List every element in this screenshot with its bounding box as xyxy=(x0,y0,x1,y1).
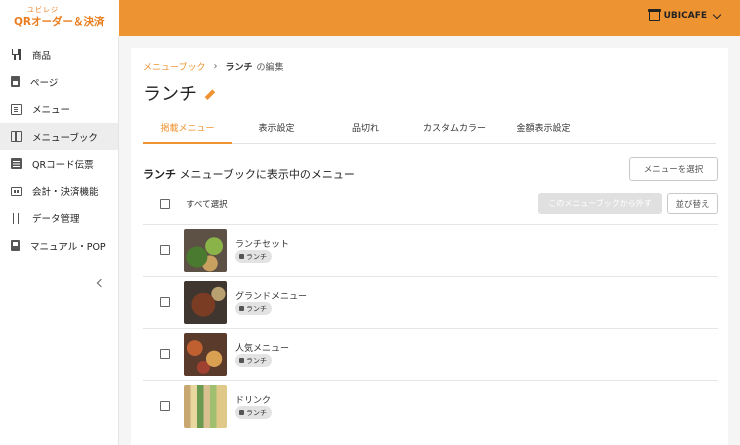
list-item[interactable]: ランチセット ランチ xyxy=(143,224,718,276)
utensils-icon xyxy=(11,49,22,61)
logo-title: QRオーダー＆決済 xyxy=(14,16,105,28)
remove-from-menubook-button[interactable]: このメニューブックから外す xyxy=(538,193,662,214)
menu-thumbnail xyxy=(184,333,227,376)
book-icon xyxy=(239,358,244,363)
select-all[interactable]: すべて選択 xyxy=(144,198,228,210)
sidebar-item-label: 会計・決済機能 xyxy=(32,187,99,199)
select-menu-button[interactable]: メニューを選択 xyxy=(629,157,718,181)
top-header: ユビレジ QRオーダー＆決済 UBICAFE xyxy=(0,0,740,36)
row-checkbox[interactable] xyxy=(160,245,170,255)
sidebar-item-pages[interactable]: ページ xyxy=(0,68,118,95)
menu-thumbnail xyxy=(184,385,227,428)
menubook-tag: ランチ xyxy=(235,406,272,419)
tab-bar: 掲載メニュー 表示設定 品切れ カスタムカラー 金額表示設定 xyxy=(143,120,716,144)
sidebar-item-label: データ管理 xyxy=(32,214,80,226)
page-title: ランチ xyxy=(143,80,215,106)
sidebar-item-manual[interactable]: マニュアル・POP xyxy=(0,232,118,259)
manual-icon xyxy=(11,240,20,252)
list-icon xyxy=(11,158,22,170)
list-item[interactable]: ドリンク ランチ xyxy=(143,380,718,432)
sidebar-item-data[interactable]: データ管理 xyxy=(0,205,118,232)
menu-thumbnail xyxy=(184,229,227,272)
tab-display-settings[interactable]: 表示設定 xyxy=(232,120,321,143)
menu-name: グランドメニュー xyxy=(235,292,308,302)
tag-label: ランチ xyxy=(246,408,267,417)
store-icon xyxy=(647,9,661,21)
sidebar-item-label: メニュー xyxy=(32,105,71,117)
tag-label: ランチ xyxy=(246,356,267,365)
sidebar-item-label: ページ xyxy=(30,77,59,89)
sidebar-item-label: マニュアル・POP xyxy=(30,241,106,253)
select-all-checkbox[interactable] xyxy=(160,199,170,209)
sidebar-item-label: 商品 xyxy=(32,50,52,62)
breadcrumb-current-name: ランチ xyxy=(225,63,253,73)
chevron-down-icon xyxy=(712,10,722,19)
breadcrumb: メニューブック › ランチ の編集 xyxy=(143,60,284,73)
sidebar-item-payment[interactable]: 会計・決済機能 xyxy=(0,177,118,204)
sidebar-item-label: メニューブック xyxy=(32,132,98,144)
sidebar-item-label: QRコード伝票 xyxy=(32,159,94,171)
section-title-name: ランチ xyxy=(143,168,176,181)
section-title: ランチ メニューブックに表示中のメニュー xyxy=(143,166,355,182)
sort-icon xyxy=(11,212,22,224)
list-item[interactable]: グランドメニュー ランチ xyxy=(143,276,718,328)
store-menu[interactable]: UBICAFE xyxy=(647,9,722,21)
main-card: メニューブック › ランチ の編集 ランチ 掲載メニュー 表示設定 品切れ カス… xyxy=(131,48,728,445)
menubook-tag: ランチ xyxy=(235,354,272,367)
breadcrumb-current-suffix: の編集 xyxy=(256,63,284,73)
book-icon xyxy=(239,410,244,415)
book-icon xyxy=(239,306,244,311)
menu-thumbnail xyxy=(184,281,227,324)
logo-subtitle: ユビレジ xyxy=(27,6,59,14)
menu-name: ランチセット xyxy=(235,240,290,250)
tab-custom-color[interactable]: カスタムカラー xyxy=(410,120,499,143)
store-name: UBICAFE xyxy=(663,11,707,21)
section-title-suffix: メニューブックに表示中のメニュー xyxy=(179,168,355,181)
tab-sold-out[interactable]: 品切れ xyxy=(321,120,410,143)
select-all-label: すべて選択 xyxy=(186,200,228,210)
sidebar-item-products[interactable]: 商品 xyxy=(0,41,118,68)
tag-label: ランチ xyxy=(246,304,267,313)
sidebar: 商品 ページ メニュー メニューブック QRコード伝票 会計・決済機能 データ管… xyxy=(0,36,119,445)
chevron-left-icon[interactable] xyxy=(96,278,106,288)
menubook-tag: ランチ xyxy=(235,302,272,315)
menubook-tag: ランチ xyxy=(235,250,272,263)
sort-button[interactable]: 並び替え xyxy=(667,193,718,214)
sidebar-item-menus[interactable]: メニュー xyxy=(0,96,118,123)
book-icon xyxy=(239,254,244,259)
row-checkbox[interactable] xyxy=(160,401,170,411)
sidebar-item-menubook[interactable]: メニューブック xyxy=(0,122,118,151)
menu-name: ドリンク xyxy=(235,396,272,406)
row-checkbox[interactable] xyxy=(160,349,170,359)
app-logo[interactable]: ユビレジ QRオーダー＆決済 xyxy=(0,0,119,36)
row-checkbox[interactable] xyxy=(160,297,170,307)
sidebar-item-qr-slip[interactable]: QRコード伝票 xyxy=(0,150,118,177)
pencil-icon[interactable] xyxy=(205,90,215,100)
menu-name: 人気メニュー xyxy=(235,344,290,354)
list-item[interactable]: 人気メニュー ランチ xyxy=(143,328,718,380)
book-icon xyxy=(11,131,22,143)
page-title-text: ランチ xyxy=(143,84,197,105)
tab-published-menus[interactable]: 掲載メニュー xyxy=(143,120,232,144)
tag-label: ランチ xyxy=(246,252,267,261)
document-icon xyxy=(11,76,20,88)
chevron-right-icon: › xyxy=(213,61,218,72)
tab-price-display[interactable]: 金額表示設定 xyxy=(499,120,588,143)
menu-list: ランチセット ランチ グランドメニュー ランチ 人気メニュー ランチ ドリンク … xyxy=(143,224,718,432)
menu-icon xyxy=(11,103,22,115)
breadcrumb-link-menubook[interactable]: メニューブック xyxy=(143,60,205,73)
payment-icon xyxy=(11,187,22,197)
